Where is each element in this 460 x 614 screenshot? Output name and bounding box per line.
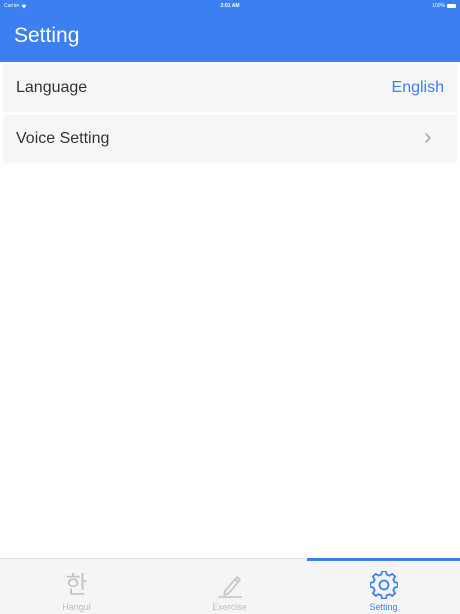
hangul-glyph: 한: [65, 571, 88, 599]
tab-exercise[interactable]: Exercise: [153, 559, 306, 614]
tab-label: Exercise: [212, 602, 247, 612]
settings-list: Language English Voice Setting: [3, 64, 457, 166]
battery-info: 100%: [432, 3, 456, 9]
hangul-icon: 한: [65, 571, 87, 599]
status-bar: Carrier 2:01 AM 100%: [0, 0, 460, 12]
setting-row-voice[interactable]: Voice Setting: [3, 115, 457, 163]
chevron-right-icon: [425, 133, 431, 143]
status-time: 2:01 AM: [220, 3, 240, 9]
tab-setting[interactable]: Setting: [307, 558, 460, 614]
setting-label: Voice Setting: [16, 130, 110, 147]
setting-row-language[interactable]: Language English: [3, 64, 457, 112]
pencil-icon-wrap: [215, 571, 245, 599]
battery-icon: [447, 4, 456, 8]
tab-label: Hangul: [62, 602, 91, 612]
setting-label: Language: [16, 79, 88, 96]
tab-label: Setting: [369, 602, 398, 612]
navigation-bar: Setting: [0, 12, 460, 62]
tab-bar: 한 Hangul Exercise Setting: [0, 558, 460, 614]
active-tab-indicator: [307, 558, 460, 561]
pencil-icon: [217, 576, 242, 598]
battery-label: 100%: [432, 3, 445, 9]
gear-icon-wrap: [369, 571, 398, 599]
page-title: Setting: [14, 24, 80, 47]
tab-hangul[interactable]: 한 Hangul: [0, 559, 153, 614]
language-value: English: [391, 79, 444, 96]
gear-icon: [369, 571, 398, 599]
